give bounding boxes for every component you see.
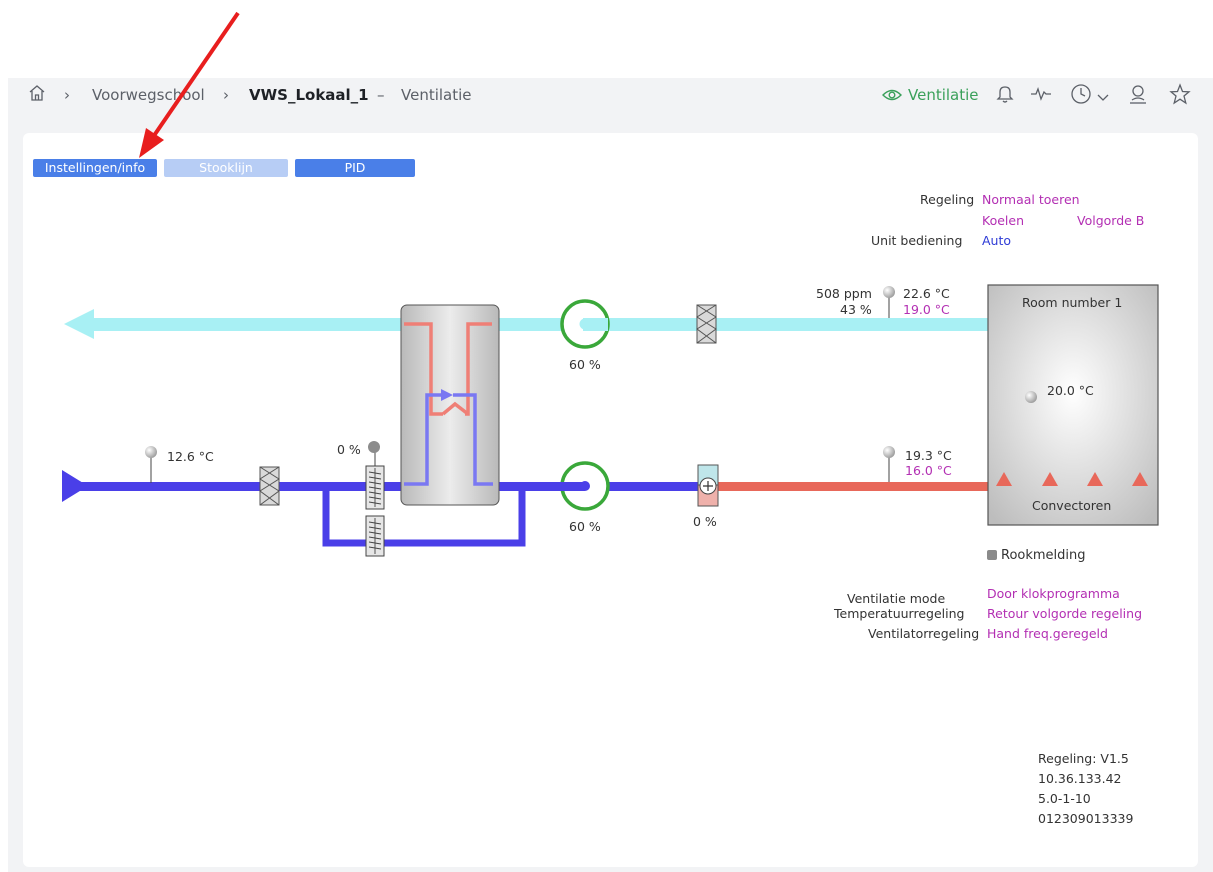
- return-setpoint-value[interactable]: 19.0 °C: [903, 302, 950, 317]
- return-air-sensor: [883, 286, 895, 318]
- room-box[interactable]: [987, 284, 1159, 526]
- room-title: Room number 1: [1022, 295, 1123, 310]
- exhaust-fan-icon[interactable]: [560, 299, 610, 349]
- damper-position-value: 0 %: [337, 442, 361, 457]
- room-temp-value: 20.0 °C: [1047, 383, 1094, 398]
- return-humidity-value: 43 %: [840, 302, 872, 317]
- intake-arrow-icon: [62, 470, 88, 502]
- exhaust-filter: [696, 304, 717, 344]
- outside-temp-value: 12.6 °C: [167, 449, 214, 464]
- room-temp-sensor: [1025, 391, 1037, 403]
- return-temp-value: 22.6 °C: [903, 286, 950, 301]
- return-ppm-value: 508 ppm: [816, 286, 872, 301]
- heat-exchanger: [400, 304, 500, 506]
- supply-temp-value: 19.3 °C: [905, 448, 952, 463]
- exhaust-fan-speed: 60 %: [569, 357, 601, 372]
- bypass-damper-bottom: [365, 515, 385, 557]
- ventilation-diagram: [62, 11, 1159, 560]
- outside-temp-sensor: [145, 446, 157, 483]
- smoke-indicator-icon: [987, 550, 997, 560]
- annotation-arrow-icon: [139, 11, 240, 158]
- convectors-label: Convectoren: [1032, 498, 1112, 513]
- heated-duct: [716, 482, 988, 491]
- supply-filter: [259, 466, 280, 506]
- supply-fan-speed: 60 %: [569, 519, 601, 534]
- exhaust-arrow-icon: [64, 309, 94, 339]
- smoke-label: Rookmelding: [1001, 548, 1086, 563]
- heater-output-value: 0 %: [693, 514, 717, 529]
- damper-position-sensor: [368, 441, 380, 466]
- supply-fan-icon[interactable]: [560, 461, 610, 511]
- supply-air-sensor: [883, 446, 895, 482]
- supply-setpoint-value[interactable]: 16.0 °C: [905, 463, 952, 478]
- bypass-damper-top: [365, 465, 385, 510]
- heater-coil[interactable]: [697, 464, 719, 507]
